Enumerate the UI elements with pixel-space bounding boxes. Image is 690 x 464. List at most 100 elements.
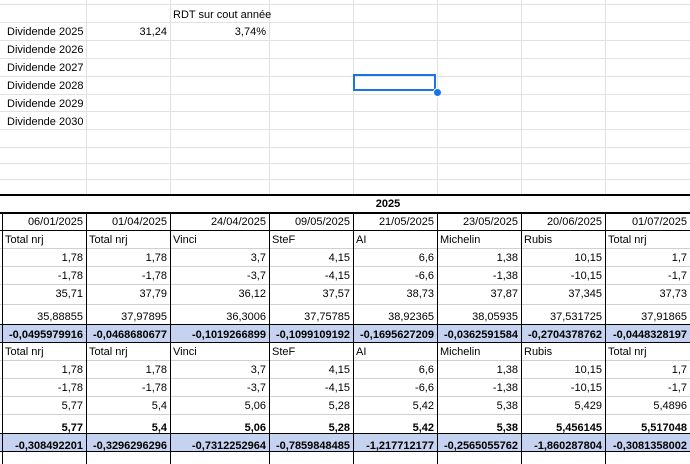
- stock-name[interactable]: Vinci: [170, 343, 269, 361]
- dividend-cell[interactable]: 1,78: [2, 249, 86, 267]
- ratio-cell[interactable]: -0,2704378762: [521, 326, 605, 344]
- ratio-cell[interactable]: -0,7312252964: [170, 437, 269, 455]
- dividend-rdt[interactable]: 3,74%: [170, 23, 269, 41]
- date-header[interactable]: 23/05/2025: [437, 213, 521, 231]
- adjusted-cell[interactable]: 38,92365: [353, 308, 437, 326]
- dividend-cell[interactable]: 10,15: [521, 249, 605, 267]
- price-cell[interactable]: 5,42: [353, 397, 437, 415]
- price-cell[interactable]: 37,73: [605, 285, 690, 303]
- stock-name[interactable]: AI: [353, 231, 437, 249]
- dividend-cell[interactable]: 1,78: [2, 361, 86, 379]
- adjusted-cell[interactable]: 37,97895: [86, 308, 170, 326]
- ratio-cell[interactable]: -1,860287804: [521, 437, 605, 455]
- stock-name[interactable]: Total nrj: [86, 231, 170, 249]
- price-cell[interactable]: 38,73: [353, 285, 437, 303]
- price-cell[interactable]: 5,28: [269, 397, 353, 415]
- adjusted-cell[interactable]: 5,517048: [605, 419, 690, 437]
- price-cell[interactable]: 5,429: [521, 397, 605, 415]
- dividend-label[interactable]: Dividende 2027: [4, 59, 88, 77]
- date-header[interactable]: 20/06/2025: [521, 213, 605, 231]
- dividend-neg-cell[interactable]: -3,7: [170, 379, 269, 397]
- ratio-cell[interactable]: -0,0495979916: [2, 326, 86, 344]
- stock-name[interactable]: Total nrj: [605, 343, 690, 361]
- stock-name[interactable]: Total nrj: [2, 231, 86, 249]
- dividend-label[interactable]: Dividende 2026: [4, 41, 88, 59]
- date-header[interactable]: 01/07/2025: [605, 213, 690, 231]
- date-header[interactable]: 01/04/2025: [86, 213, 170, 231]
- stock-name[interactable]: Rubis: [521, 343, 605, 361]
- adjusted-cell[interactable]: 5,06: [170, 419, 269, 437]
- dividend-neg-cell[interactable]: -10,15: [521, 267, 605, 285]
- price-cell[interactable]: 5,77: [2, 397, 86, 415]
- stock-name[interactable]: Total nrj: [86, 343, 170, 361]
- price-cell[interactable]: 37,79: [86, 285, 170, 303]
- dividend-label[interactable]: Dividende 2030: [4, 113, 88, 131]
- ratio-cell[interactable]: -0,3081358002: [605, 437, 690, 455]
- price-cell[interactable]: 35,71: [2, 285, 86, 303]
- dividend-neg-cell[interactable]: -6,6: [353, 267, 437, 285]
- stock-name[interactable]: Total nrj: [605, 231, 690, 249]
- stock-name[interactable]: SteF: [269, 343, 353, 361]
- stock-name[interactable]: Michelin: [437, 343, 521, 361]
- dividend-neg-cell[interactable]: -10,15: [521, 379, 605, 397]
- dividend-cell[interactable]: 1,38: [437, 249, 521, 267]
- ratio-cell[interactable]: -0,1019266899: [170, 326, 269, 344]
- dividend-neg-cell[interactable]: -4,15: [269, 267, 353, 285]
- dividend-neg-cell[interactable]: -1,38: [437, 267, 521, 285]
- adjusted-cell[interactable]: 5,4: [86, 419, 170, 437]
- ratio-cell[interactable]: -0,1099109192: [269, 326, 353, 344]
- dividend-label[interactable]: Dividende 2029: [4, 95, 88, 113]
- spreadsheet-grid[interactable]: RDT sur cout année Dividende 2025 31,24 3,…: [0, 0, 690, 464]
- dividend-neg-cell[interactable]: -6,6: [353, 379, 437, 397]
- rdt-header[interactable]: RDT sur cout année: [170, 6, 350, 24]
- price-cell[interactable]: 37,87: [437, 285, 521, 303]
- date-header[interactable]: 24/04/2025: [170, 213, 269, 231]
- dividend-cell[interactable]: 3,7: [170, 361, 269, 379]
- ratio-cell[interactable]: -0,3296296296: [86, 437, 170, 455]
- ratio-cell[interactable]: -1,217712177: [353, 437, 437, 455]
- dividend-cell[interactable]: 3,7: [170, 249, 269, 267]
- ratio-cell[interactable]: -0,1695627209: [353, 326, 437, 344]
- dividend-cell[interactable]: 1,7: [605, 361, 690, 379]
- dividend-cell[interactable]: 4,15: [269, 361, 353, 379]
- dividend-label[interactable]: Dividende 2028: [4, 77, 88, 95]
- selected-cell[interactable]: [353, 74, 436, 91]
- adjusted-cell[interactable]: 5,38: [437, 419, 521, 437]
- dividend-neg-cell[interactable]: -4,15: [269, 379, 353, 397]
- dividend-cell[interactable]: 1,7: [605, 249, 690, 267]
- dividend-cell[interactable]: 6,6: [353, 361, 437, 379]
- dividend-label[interactable]: Dividende 2025: [4, 23, 88, 41]
- date-header[interactable]: 21/05/2025: [353, 213, 437, 231]
- ratio-cell[interactable]: -0,0468680677: [86, 326, 170, 344]
- year-header[interactable]: 2025: [86, 195, 690, 213]
- adjusted-cell[interactable]: 5,77: [2, 419, 86, 437]
- dividend-cell[interactable]: 6,6: [353, 249, 437, 267]
- adjusted-cell[interactable]: 35,88855: [2, 308, 86, 326]
- date-header[interactable]: 06/01/2025: [2, 213, 86, 231]
- dividend-neg-cell[interactable]: -3,7: [170, 267, 269, 285]
- dividend-neg-cell[interactable]: -1,38: [437, 379, 521, 397]
- ratio-cell[interactable]: -0,308492201: [2, 437, 86, 455]
- adjusted-cell[interactable]: 37,91865: [605, 308, 690, 326]
- price-cell[interactable]: 37,57: [269, 285, 353, 303]
- price-cell[interactable]: 5,38: [437, 397, 521, 415]
- adjusted-cell[interactable]: 36,3006: [170, 308, 269, 326]
- price-cell[interactable]: 37,345: [521, 285, 605, 303]
- dividend-cell[interactable]: 1,38: [437, 361, 521, 379]
- stock-name[interactable]: Total nrj: [2, 343, 86, 361]
- price-cell[interactable]: 5,06: [170, 397, 269, 415]
- adjusted-cell[interactable]: 5,28: [269, 419, 353, 437]
- stock-name[interactable]: Vinci: [170, 231, 269, 249]
- price-cell[interactable]: 5,4: [86, 397, 170, 415]
- fill-handle[interactable]: [433, 88, 442, 97]
- stock-name[interactable]: Michelin: [437, 231, 521, 249]
- adjusted-cell[interactable]: 5,42: [353, 419, 437, 437]
- ratio-cell[interactable]: -0,0362591584: [437, 326, 521, 344]
- dividend-neg-cell[interactable]: -1,7: [605, 379, 690, 397]
- date-header[interactable]: 09/05/2025: [269, 213, 353, 231]
- dividend-neg-cell[interactable]: -1,78: [86, 379, 170, 397]
- dividend-value[interactable]: 31,24: [86, 23, 170, 41]
- stock-name[interactable]: Rubis: [521, 231, 605, 249]
- ratio-cell[interactable]: -0,7859848485: [269, 437, 353, 455]
- dividend-cell[interactable]: 1,78: [86, 361, 170, 379]
